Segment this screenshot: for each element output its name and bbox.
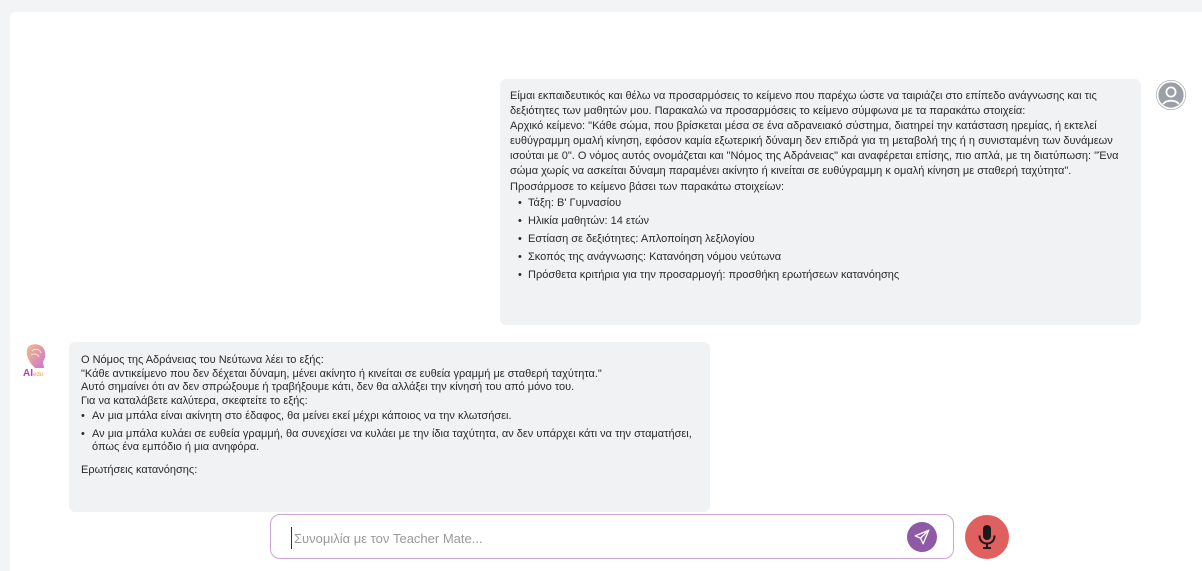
ai-message-list: Αν μια μπάλα είναι ακίνητη στο έδαφος, θ… bbox=[81, 410, 700, 455]
ai-logo: AIedu bbox=[23, 343, 51, 379]
user-avatar bbox=[1156, 80, 1186, 110]
ai-logo-sub: edu bbox=[33, 372, 44, 378]
microphone-button[interactable] bbox=[965, 515, 1009, 559]
chat-panel: Είμαι εκπαιδευτικός και θέλω να προσαρμό… bbox=[10, 12, 1202, 571]
list-item: Πρόσθετα κριτήρια για την προσαρμογή: πρ… bbox=[518, 268, 1131, 283]
ai-message-bubble: Ο Νόμος της Αδράνειας του Νεύτωνα λέει τ… bbox=[69, 342, 710, 512]
user-message-paragraph: Αρχικό κείμενο: "Κάθε σώμα, που βρίσκετα… bbox=[510, 120, 1119, 178]
user-message-list: Τάξη: Β' Γυμνασίου Ηλικία μαθητών: 14 ετ… bbox=[510, 196, 1131, 284]
send-button[interactable] bbox=[907, 522, 937, 552]
list-item: Τάξη: Β' Γυμνασίου bbox=[518, 196, 1131, 211]
ai-logo-text: AI bbox=[23, 368, 33, 379]
list-item: Εστίαση σε δεξιότητες: Απλοποίηση λεξιλο… bbox=[518, 232, 1131, 247]
user-message-bubble: Είμαι εκπαιδευτικός και θέλω να προσαρμό… bbox=[500, 79, 1141, 325]
user-message-paragraph: Είμαι εκπαιδευτικός και θέλω να προσαρμό… bbox=[510, 90, 1097, 118]
list-item: Αν μια μπάλα κυλάει σε ευθεία γραμμή, θα… bbox=[81, 428, 700, 455]
user-message-paragraph: Προσάρμοσε το κείμενο βάσει των παρακάτω… bbox=[510, 180, 785, 193]
ai-message-line: Ο Νόμος της Αδράνειας του Νεύτωνα λέει τ… bbox=[81, 354, 324, 366]
user-circle-icon bbox=[1156, 80, 1186, 110]
chat-input-container bbox=[270, 514, 954, 559]
ai-message-line: Για να καταλάβετε καλύτερα, σκεφτείτε το… bbox=[81, 394, 308, 407]
microphone-icon bbox=[978, 525, 996, 549]
list-item: Σκοπός της ανάγνωσης: Κατανόηση νόμου νε… bbox=[518, 250, 1131, 265]
list-item: Αν μια μπάλα είναι ακίνητη στο έδαφος, θ… bbox=[81, 410, 700, 424]
paper-plane-icon bbox=[914, 529, 930, 545]
questions-heading: Ερωτήσεις κατανόησης: bbox=[81, 463, 198, 476]
chat-input[interactable] bbox=[291, 527, 896, 549]
list-item: Ηλικία μαθητών: 14 ετών bbox=[518, 214, 1131, 229]
ai-message-line: "Κάθε αντικείμενο που δεν δέχεται δύναμη… bbox=[81, 367, 602, 380]
ai-message-line: Αυτό σημαίνει ότι αν δεν σπρώξουμε ή τρα… bbox=[81, 381, 575, 393]
